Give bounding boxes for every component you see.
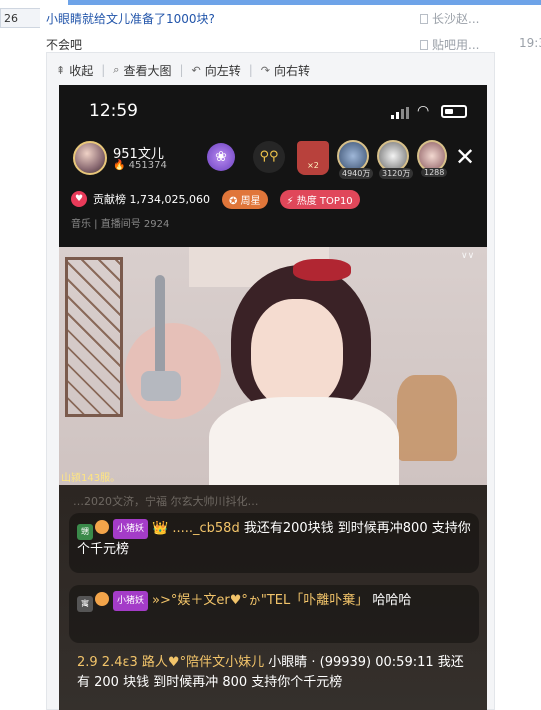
- lattice-decor: [65, 257, 123, 417]
- video-caption: 山颍143服。: [61, 473, 121, 484]
- clock: 12:59: [89, 101, 138, 121]
- video-frame: ∨∨ 山颍143服。: [59, 247, 487, 485]
- streamer-body: [209, 397, 399, 485]
- chat-text: 哈哈哈: [372, 593, 412, 608]
- image-viewer: ⇞ 收起 | ⌕ 查看大图 | ↶ 向左转 | ↷ 向右转 12:59 ◠ 951文儿 …: [46, 52, 495, 710]
- rotate-right-button[interactable]: ↷ 向右转: [261, 62, 310, 79]
- post-author-name: 长沙赵...: [432, 12, 480, 26]
- chat-nick: ....._cb58d: [172, 521, 240, 536]
- rotate-left-icon: ↶: [191, 63, 201, 77]
- post-author[interactable]: 长沙赵...: [420, 10, 479, 27]
- battery-icon: [441, 105, 467, 118]
- rank-badge-icon: ×2: [297, 141, 329, 175]
- star-chip[interactable]: ✪ 周星: [221, 189, 268, 209]
- chat-nick: 路人♥°陪伴文小妹儿: [141, 655, 265, 670]
- stream-screenshot[interactable]: 12:59 ◠ 951文儿 🔥 451374 ❀ ⚲⚲ ×2 4940万 312…: [59, 85, 487, 710]
- rotate-right-icon: ↷: [260, 63, 271, 77]
- deer-decor: [397, 375, 457, 461]
- fan-tag: 小猪妖: [113, 519, 149, 539]
- flower-icon: [95, 520, 109, 534]
- hot-chip[interactable]: ⚡ 热度 TOP10: [279, 189, 360, 209]
- page: 26 小眼睛就给文儿准备了1000块? 长沙赵... 不会吧 贴吧用... 19…: [0, 0, 541, 710]
- stream-meta: 音乐 | 直播间号 2924: [71, 219, 170, 230]
- toolbar-divider: |: [101, 63, 106, 77]
- view-large-button[interactable]: ⌕ 查看大图: [113, 62, 171, 79]
- heart-icon: ♥: [71, 191, 87, 207]
- fan-tag: 小猪妖: [113, 591, 149, 611]
- flower-icon: [95, 592, 109, 606]
- video-corner-mark: ∨∨: [461, 251, 475, 261]
- chat-nick: »>°娱＋文er♥°ゕ"TEL「卟離卟棄」: [152, 593, 369, 608]
- toolbar-divider: |: [179, 63, 184, 77]
- lotus-icon: ❀: [207, 143, 235, 171]
- collapse-label: 收起: [69, 63, 94, 78]
- reply-time: 19:3: [519, 36, 541, 50]
- rotate-right-label: 向右转: [274, 63, 311, 78]
- chat-panel: …2020文济，宁福 尔玄大帅川抖化… 甥小猪妖 👑 ....._cb58d 我还…: [59, 485, 487, 710]
- microphone-icon: [141, 371, 181, 401]
- viewer-count: 3120万: [379, 168, 414, 179]
- anchor-fans-count: 451374: [128, 160, 167, 171]
- phone-status-bar: 12:59 ◠: [59, 85, 487, 133]
- signal-icon: [391, 107, 413, 119]
- reply-author[interactable]: 贴吧用...: [420, 36, 479, 53]
- top-accent-bar: [68, 0, 541, 5]
- user-icon: [420, 40, 428, 50]
- rotate-left-button[interactable]: ↶ 向左转: [192, 62, 241, 79]
- image-toolbar: ⇞ 收起 | ⌕ 查看大图 | ↶ 向左转 | ↷ 向右转: [56, 59, 318, 81]
- hair-bow: [293, 259, 351, 281]
- contrib-value: 1,734,025,060: [129, 192, 210, 206]
- contrib-chip[interactable]: ♥ 贡献榜 1,734,025,060: [71, 191, 210, 207]
- follow-icon: ⚲⚲: [253, 141, 285, 173]
- star-label: 周星: [240, 195, 261, 207]
- collapse-icon: ⇞: [56, 63, 66, 77]
- reply-text: 不会吧: [46, 38, 83, 52]
- anchor-fans: 🔥 451374: [113, 160, 167, 171]
- reply-author-name: 贴吧用...: [432, 38, 480, 52]
- chat-message: 寓 小猪妖 »>°娱＋文er♥°ゕ"TEL「卟離卟棄」 哈哈哈: [69, 585, 479, 643]
- user-icon: [420, 14, 428, 24]
- toolbar-divider: |: [248, 63, 253, 77]
- streamer-face: [251, 299, 343, 409]
- row-number: 26: [0, 8, 40, 28]
- magnify-icon: ⌕: [113, 63, 120, 76]
- rank-badge-text: ×2: [307, 161, 319, 170]
- wifi-icon: ◠: [417, 103, 430, 119]
- crown-icon: 👑: [152, 521, 173, 536]
- level-badge: 寓: [77, 596, 93, 612]
- hot-label: 热度 TOP10: [296, 195, 353, 207]
- faded-chat-line: …2020文济，宁福 尔玄大帅川抖化…: [73, 495, 259, 508]
- level-badges: 2.9 2.4ε3: [77, 655, 138, 670]
- chat-message: 2.9 2.4ε3 路人♥°陪伴文小妹儿 小眼睛 · (99939) 00:59…: [69, 653, 479, 693]
- viewer-count: 4940万: [339, 168, 374, 179]
- close-icon[interactable]: ✕: [455, 143, 475, 171]
- view-large-label: 查看大图: [123, 63, 172, 78]
- contrib-label: 贡献榜: [93, 193, 126, 206]
- collapse-button[interactable]: ⇞ 收起: [56, 62, 93, 79]
- viewer-count: 1288: [421, 168, 448, 177]
- chat-message: 甥小猪妖 👑 ....._cb58d 我还有200块钱 到时候再冲800 支持你个…: [69, 513, 479, 573]
- post-title-link[interactable]: 小眼睛就给文儿准备了1000块?: [46, 10, 215, 27]
- anchor-avatar: [73, 141, 107, 175]
- stats-row: ♥ 贡献榜 1,734,025,060 ✪ 周星 ⚡ 热度 TOP10: [71, 189, 360, 209]
- level-badge: 甥: [77, 524, 93, 540]
- microphone-stand: [155, 275, 165, 375]
- rotate-left-label: 向左转: [204, 63, 241, 78]
